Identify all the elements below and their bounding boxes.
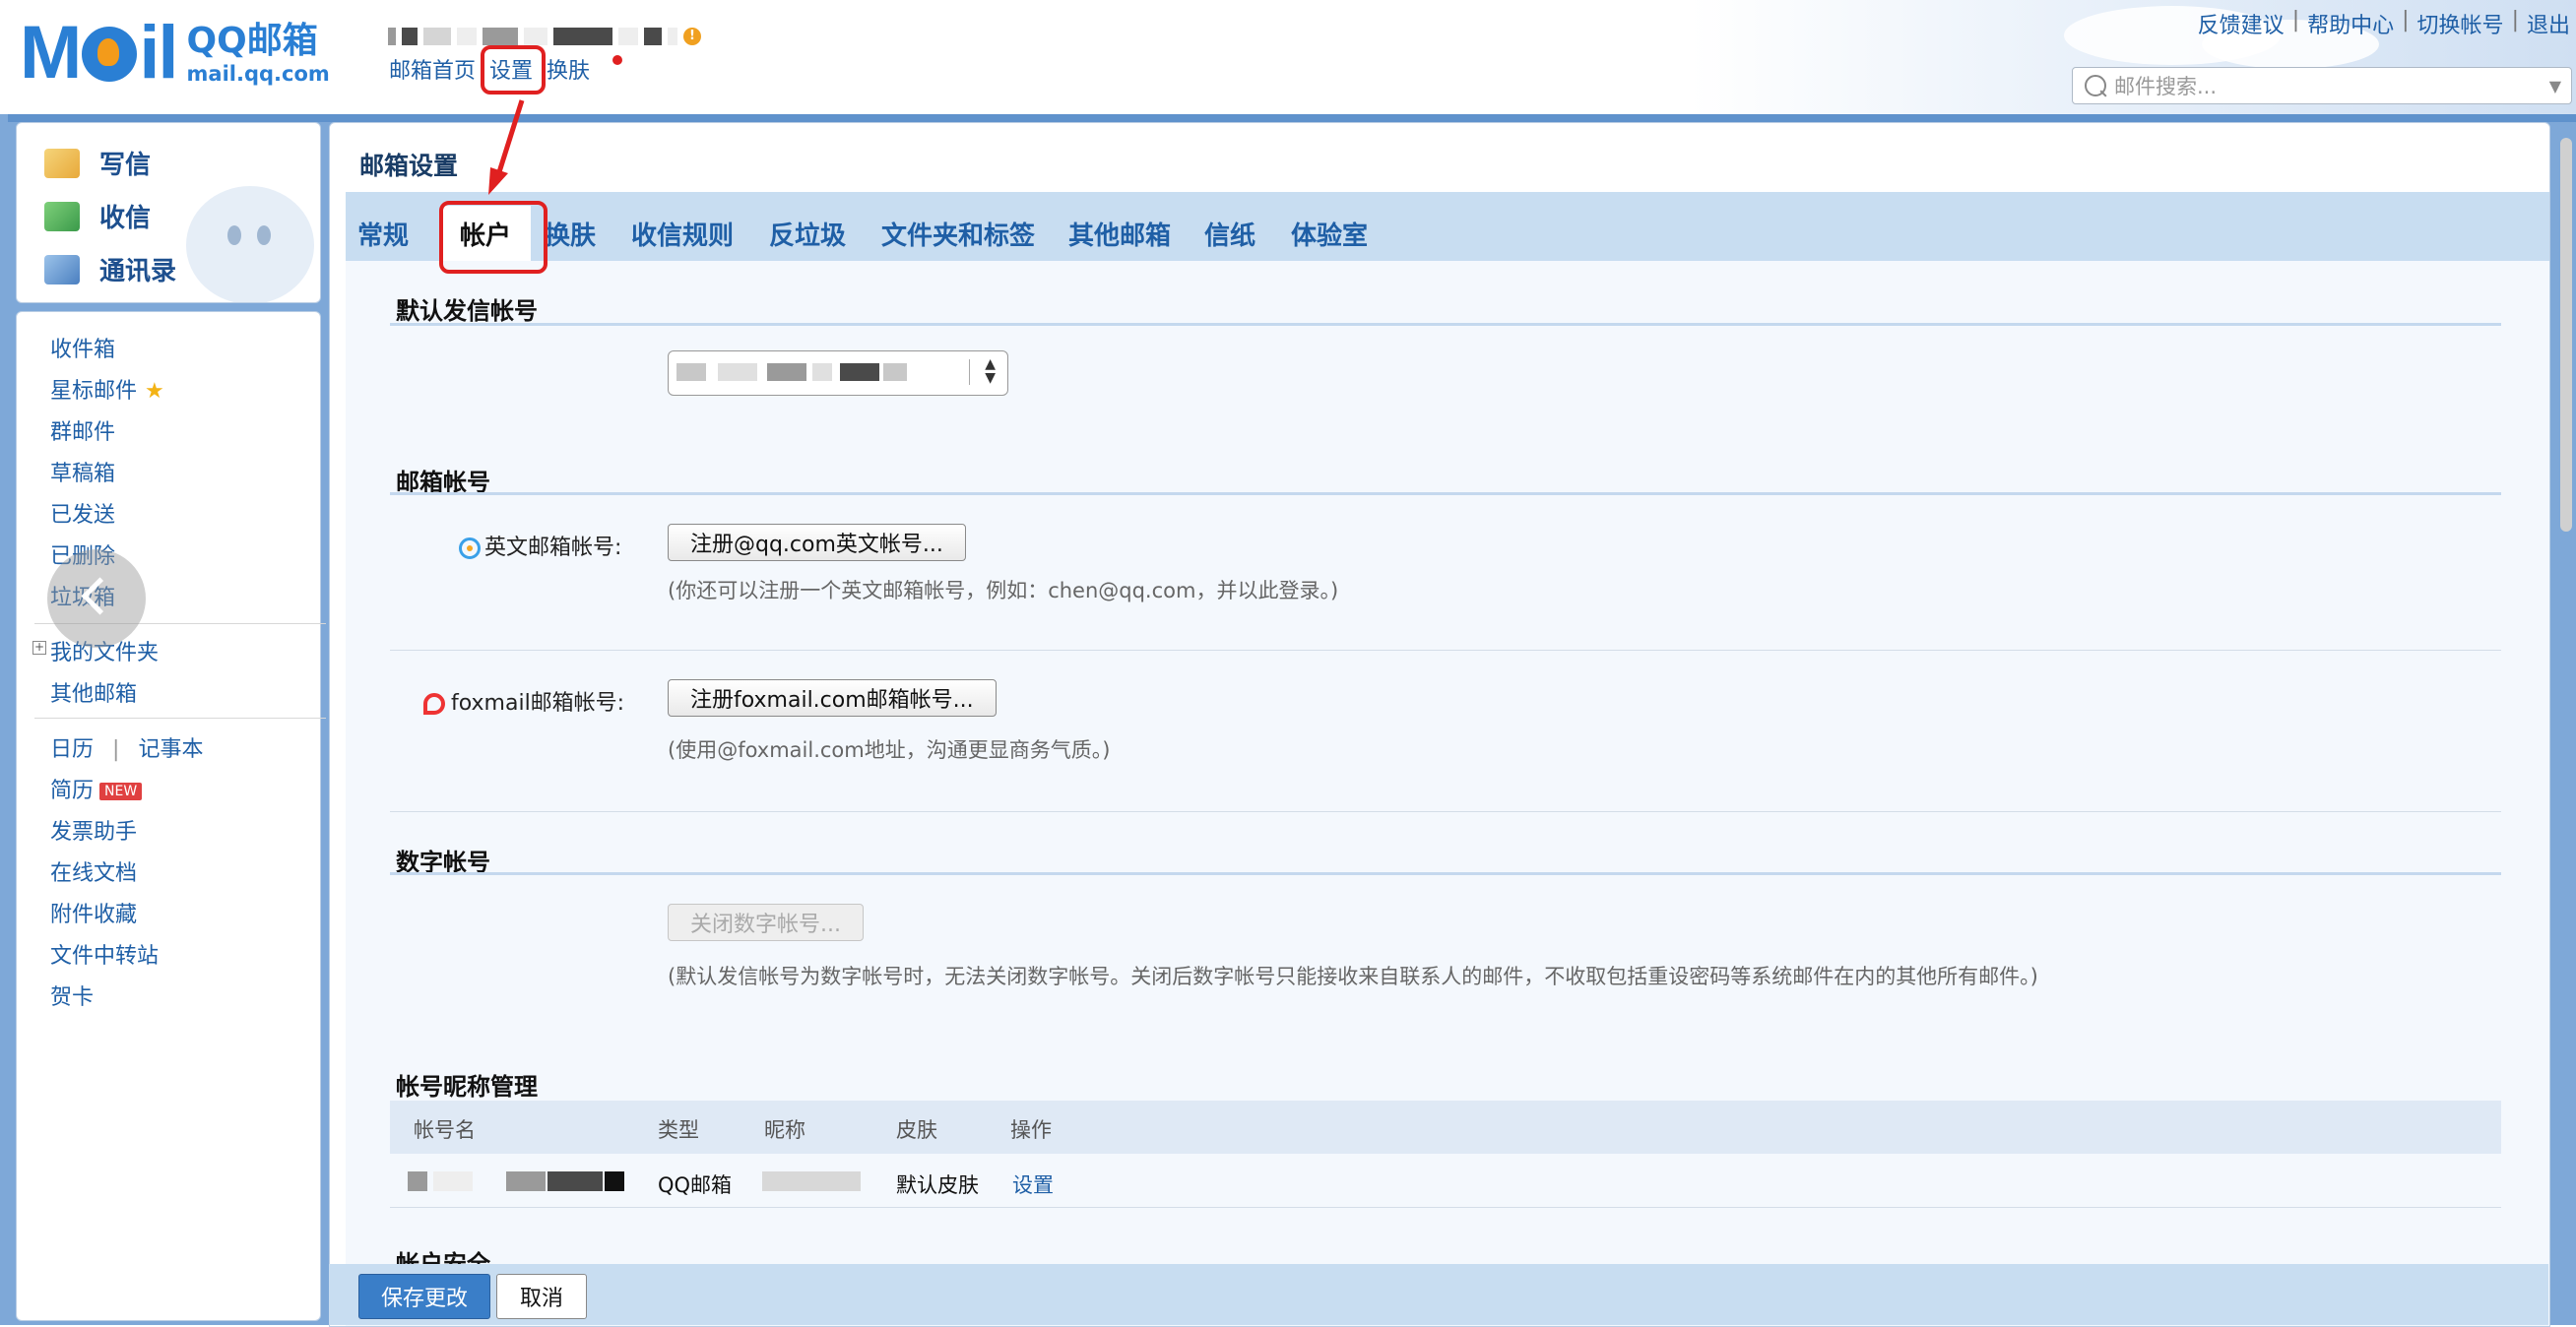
foxmail-account-hint: (使用@foxmail.com地址，沟通更显商务气质。) bbox=[668, 738, 1111, 762]
nav-skin-link[interactable]: 换肤 bbox=[547, 53, 590, 85]
search-placeholder: 邮件搜索... bbox=[2114, 75, 2218, 98]
nickname-table-header: 帐号名 类型 昵称 皮肤 操作 bbox=[390, 1101, 2501, 1154]
register-english-account-button[interactable]: 注册@qq.com英文帐号... bbox=[668, 524, 966, 561]
tab-stationery[interactable]: 信纸 bbox=[1204, 216, 1256, 252]
receive-icon bbox=[44, 201, 80, 231]
folder-drafts[interactable]: 草稿箱 bbox=[50, 456, 115, 487]
invoice-link[interactable]: 发票助手 bbox=[50, 814, 137, 846]
calendar-notebook-row: 日历 | 记事本 bbox=[50, 737, 204, 762]
contacts-button[interactable]: 通讯录 bbox=[44, 251, 176, 287]
top-right-links: 反馈建议 | 帮助中心 | 切换帐号 | 退出 bbox=[2197, 8, 2570, 39]
row-skin: 默认皮肤 bbox=[896, 1173, 979, 1197]
col-action: 操作 bbox=[1010, 1118, 1052, 1142]
logout-link[interactable]: 退出 bbox=[2527, 8, 2570, 39]
mail-search-input[interactable]: 邮件搜索... ▼ bbox=[2072, 67, 2572, 104]
attachments-link[interactable]: 附件收藏 bbox=[50, 897, 137, 928]
tab-other-mailbox[interactable]: 其他邮箱 bbox=[1068, 216, 1171, 252]
tab-anti-spam[interactable]: 反垃圾 bbox=[769, 216, 846, 252]
digital-account-hint: (默认发信帐号为数字帐号时，无法关闭数字帐号。关闭后数字帐号只能接收来自联系人的… bbox=[668, 965, 2038, 988]
greeting-card-link[interactable]: 贺卡 bbox=[50, 979, 94, 1011]
tab-general[interactable]: 常规 bbox=[357, 216, 409, 252]
folder-list: 收件箱 星标邮件 ★ 群邮件 草稿箱 已发送 已删除 垃圾箱 + 我的文件夹 其他… bbox=[16, 311, 326, 1321]
logo-mark: Mil bbox=[20, 11, 179, 95]
skin-new-dot bbox=[612, 55, 622, 65]
bottom-action-bar bbox=[329, 1264, 2548, 1325]
settings-body bbox=[346, 261, 2549, 1326]
star-icon: ★ bbox=[145, 379, 164, 404]
online-docs-link[interactable]: 在线文档 bbox=[50, 855, 137, 887]
col-type: 类型 bbox=[658, 1118, 699, 1142]
qq-logo-icon bbox=[459, 537, 481, 559]
col-account-name: 帐号名 bbox=[414, 1118, 476, 1142]
foxmail-logo-icon bbox=[423, 693, 445, 715]
calendar-link[interactable]: 日历 bbox=[50, 737, 94, 762]
search-icon bbox=[2085, 75, 2106, 96]
register-foxmail-account-button[interactable]: 注册foxmail.com邮箱帐号... bbox=[668, 679, 997, 717]
folder-group-mail[interactable]: 群邮件 bbox=[50, 414, 115, 446]
section-nickname-management: 帐号昵称管理 bbox=[396, 1073, 538, 1101]
select-arrows-icon: ▲ ▼ bbox=[985, 356, 996, 386]
default-sender-select[interactable]: ▲ ▼ bbox=[668, 350, 1008, 396]
switch-account-link[interactable]: 切换帐号 bbox=[2417, 8, 2504, 39]
close-digital-account-button[interactable]: 关闭数字帐号... bbox=[668, 904, 864, 941]
foxmail-account-label: foxmail邮箱帐号: bbox=[423, 685, 624, 717]
row-type: QQ邮箱 bbox=[658, 1173, 733, 1197]
user-account-redacted: ! bbox=[388, 28, 701, 45]
folder-sent[interactable]: 已发送 bbox=[50, 497, 115, 529]
back-arrow-icon[interactable] bbox=[47, 549, 146, 648]
warning-icon[interactable]: ! bbox=[683, 28, 701, 45]
new-badge: NEW bbox=[99, 783, 143, 800]
col-nickname: 昵称 bbox=[764, 1118, 805, 1142]
file-transfer-link[interactable]: 文件中转站 bbox=[50, 938, 159, 970]
contacts-icon bbox=[44, 254, 80, 284]
brand-title: QQ邮箱 bbox=[186, 21, 318, 61]
feedback-link[interactable]: 反馈建议 bbox=[2198, 8, 2285, 39]
compose-icon bbox=[44, 148, 80, 178]
tab-receive-rules[interactable]: 收信规则 bbox=[631, 216, 734, 252]
section-default-sender: 默认发信帐号 bbox=[396, 297, 538, 325]
help-link[interactable]: 帮助中心 bbox=[2307, 8, 2394, 39]
quick-actions-panel: 写信 收信 通讯录 bbox=[16, 122, 321, 303]
save-changes-button[interactable]: 保存更改 bbox=[358, 1274, 490, 1319]
tab-skin[interactable]: 换肤 bbox=[545, 216, 596, 252]
english-account-label: 英文邮箱帐号: bbox=[459, 530, 621, 561]
settings-highlight-box bbox=[481, 45, 546, 95]
qq-mail-logo[interactable]: Mil QQ邮箱 mail.qq.com bbox=[20, 14, 330, 93]
brand-domain: mail.qq.com bbox=[186, 62, 330, 86]
page-title: 邮箱设置 bbox=[359, 152, 459, 180]
settings-tab-bar: 常规 帐户 换肤 收信规则 反垃圾 文件夹和标签 其他邮箱 信纸 体验室 bbox=[346, 192, 2549, 261]
penguin-decoration bbox=[186, 186, 314, 302]
receive-button[interactable]: 收信 bbox=[44, 198, 151, 234]
folder-starred[interactable]: 星标邮件 ★ bbox=[50, 373, 164, 405]
folder-other-mailbox[interactable]: 其他邮箱 bbox=[50, 676, 137, 708]
row-settings-link[interactable]: 设置 bbox=[1012, 1169, 1054, 1199]
tab-lab[interactable]: 体验室 bbox=[1291, 216, 1368, 252]
resume-link[interactable]: 简历 NEW bbox=[50, 773, 143, 804]
folder-inbox[interactable]: 收件箱 bbox=[50, 332, 115, 363]
cancel-button[interactable]: 取消 bbox=[496, 1274, 587, 1319]
col-skin: 皮肤 bbox=[896, 1118, 937, 1142]
notebook-link[interactable]: 记事本 bbox=[138, 737, 203, 762]
top-header: Mil QQ邮箱 mail.qq.com ! 邮箱首页 设置 换肤 反馈建议 |… bbox=[0, 0, 2576, 114]
nav-home-link[interactable]: 邮箱首页 bbox=[389, 53, 476, 85]
chevron-down-icon[interactable]: ▼ bbox=[2549, 77, 2561, 95]
expand-icon[interactable]: + bbox=[32, 641, 46, 655]
english-account-hint: (你还可以注册一个英文邮箱帐号，例如：chen@qq.com，并以此登录。) bbox=[668, 579, 1339, 602]
account-tab-highlight-box bbox=[439, 201, 547, 274]
vertical-scrollbar[interactable] bbox=[2560, 138, 2572, 532]
tab-folders-labels[interactable]: 文件夹和标签 bbox=[881, 216, 1035, 252]
compose-button[interactable]: 写信 bbox=[44, 145, 151, 181]
